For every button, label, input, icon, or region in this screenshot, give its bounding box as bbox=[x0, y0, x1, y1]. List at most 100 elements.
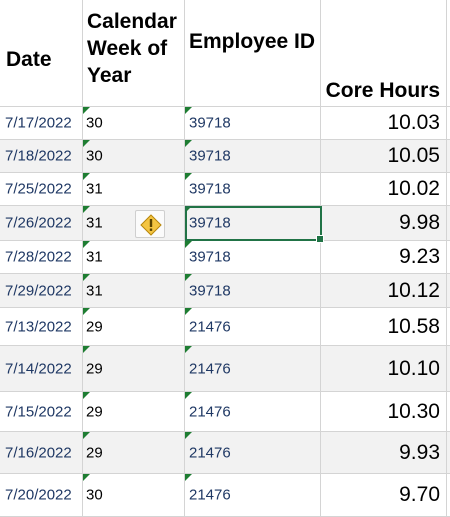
week-cell[interactable]: 31 bbox=[83, 206, 185, 240]
table-row: 7/20/2022 30 21476 9.70 bbox=[0, 474, 450, 517]
date-value: 7/17/2022 bbox=[5, 114, 72, 132]
hours-cell[interactable]: 10.10 bbox=[321, 346, 447, 391]
employee-cell[interactable]: 39718 bbox=[185, 274, 321, 307]
employee-cell[interactable]: 21476 bbox=[185, 308, 321, 345]
text-number-indicator bbox=[185, 392, 192, 399]
header-employee: Employee ID bbox=[189, 30, 316, 53]
week-value: 30 bbox=[86, 147, 103, 165]
hours-cell[interactable]: 9.93 bbox=[321, 432, 447, 473]
header-cell-hours[interactable]: Core Hours bbox=[321, 0, 447, 106]
header-cell-employee[interactable]: Employee ID bbox=[185, 0, 321, 106]
week-value: 31 bbox=[86, 248, 103, 266]
date-cell[interactable]: 7/16/2022 bbox=[0, 432, 83, 473]
week-cell[interactable]: 29 bbox=[83, 432, 185, 473]
week-cell[interactable]: 30 bbox=[83, 107, 185, 139]
hours-cell[interactable]: 10.03 bbox=[321, 107, 447, 139]
week-cell[interactable]: 29 bbox=[83, 346, 185, 391]
header-cell-week[interactable]: Calendar Week of Year bbox=[83, 0, 185, 106]
date-value: 7/18/2022 bbox=[5, 147, 72, 165]
warning-icon bbox=[140, 214, 162, 236]
week-value: 30 bbox=[86, 486, 103, 504]
hours-value: 10.30 bbox=[387, 399, 440, 423]
week-cell[interactable]: 29 bbox=[83, 392, 185, 431]
date-cell[interactable]: 7/13/2022 bbox=[0, 308, 83, 345]
employee-value: 39718 bbox=[189, 114, 231, 132]
employee-cell[interactable]: 39718 bbox=[185, 107, 321, 139]
week-cell[interactable]: 31 bbox=[83, 274, 185, 307]
date-value: 7/20/2022 bbox=[5, 486, 72, 504]
table-row: 7/15/2022 29 21476 10.30 bbox=[0, 392, 450, 432]
hours-cell[interactable]: 9.23 bbox=[321, 241, 447, 273]
employee-value: 21476 bbox=[189, 444, 231, 461]
text-number-indicator bbox=[83, 392, 90, 399]
employee-cell[interactable]: 21476 bbox=[185, 474, 321, 516]
employee-value: 39718 bbox=[189, 147, 231, 165]
header-row: Date Calendar Week of Year Employee ID C… bbox=[0, 0, 450, 107]
date-cell[interactable]: 7/18/2022 bbox=[0, 140, 83, 172]
week-cell[interactable]: 30 bbox=[83, 140, 185, 172]
header-cell-date[interactable]: Date bbox=[0, 0, 83, 106]
employee-cell[interactable]: 39718 bbox=[185, 173, 321, 205]
hours-value: 10.03 bbox=[387, 111, 440, 134]
hours-value: 9.98 bbox=[399, 211, 440, 234]
week-value: 31 bbox=[86, 214, 103, 232]
date-value: 7/16/2022 bbox=[5, 444, 72, 461]
text-number-indicator bbox=[185, 241, 192, 248]
text-number-indicator bbox=[185, 432, 192, 439]
hours-value: 10.10 bbox=[387, 356, 440, 380]
hours-cell[interactable]: 10.12 bbox=[321, 274, 447, 307]
week-value: 31 bbox=[86, 180, 103, 198]
week-value: 31 bbox=[86, 282, 103, 299]
text-number-indicator bbox=[83, 274, 90, 281]
selected-cell-border bbox=[185, 206, 324, 243]
hours-value: 10.12 bbox=[387, 278, 440, 302]
date-cell[interactable]: 7/28/2022 bbox=[0, 241, 83, 273]
hours-cell[interactable]: 10.58 bbox=[321, 308, 447, 345]
text-number-indicator bbox=[185, 173, 192, 180]
fill-handle[interactable] bbox=[316, 235, 324, 243]
date-value: 7/25/2022 bbox=[5, 180, 72, 198]
week-cell[interactable]: 31 bbox=[83, 173, 185, 205]
date-cell[interactable]: 7/15/2022 bbox=[0, 392, 83, 431]
date-value: 7/14/2022 bbox=[5, 360, 72, 377]
hours-cell[interactable]: 10.30 bbox=[321, 392, 447, 431]
text-number-indicator bbox=[185, 308, 192, 315]
employee-value: 39718 bbox=[189, 248, 231, 266]
date-value: 7/13/2022 bbox=[5, 318, 72, 335]
employee-cell[interactable]: 21476 bbox=[185, 346, 321, 391]
hours-cell[interactable]: 9.70 bbox=[321, 474, 447, 516]
text-number-indicator bbox=[83, 107, 90, 114]
employee-cell[interactable]: 39718 bbox=[185, 140, 321, 172]
hours-value: 9.93 bbox=[399, 440, 440, 464]
hours-cell[interactable]: 10.02 bbox=[321, 173, 447, 205]
hours-value: 9.23 bbox=[399, 245, 440, 268]
week-cell[interactable]: 31 bbox=[83, 241, 185, 273]
table-row: 7/14/2022 29 21476 10.10 bbox=[0, 346, 450, 392]
text-number-indicator bbox=[83, 346, 90, 353]
text-number-indicator bbox=[83, 173, 90, 180]
employee-cell[interactable]: 21476 bbox=[185, 432, 321, 473]
date-cell[interactable]: 7/25/2022 bbox=[0, 173, 83, 205]
date-cell[interactable]: 7/29/2022 bbox=[0, 274, 83, 307]
spreadsheet-grid: Date Calendar Week of Year Employee ID C… bbox=[0, 0, 450, 517]
text-number-indicator bbox=[83, 308, 90, 315]
hours-value: 10.05 bbox=[387, 144, 440, 167]
employee-value: 39718 bbox=[189, 282, 231, 299]
error-check-button[interactable] bbox=[135, 210, 165, 238]
hours-cell[interactable]: 10.05 bbox=[321, 140, 447, 172]
date-cell[interactable]: 7/20/2022 bbox=[0, 474, 83, 516]
week-cell[interactable]: 29 bbox=[83, 308, 185, 345]
employee-cell[interactable]: 39718 bbox=[185, 241, 321, 273]
employee-cell[interactable]: 21476 bbox=[185, 392, 321, 431]
date-cell[interactable]: 7/14/2022 bbox=[0, 346, 83, 391]
date-cell[interactable]: 7/17/2022 bbox=[0, 107, 83, 139]
week-cell[interactable]: 30 bbox=[83, 474, 185, 516]
hours-value: 9.70 bbox=[399, 483, 440, 506]
header-date: Date bbox=[6, 48, 52, 71]
hours-value: 10.58 bbox=[387, 314, 440, 338]
text-number-indicator bbox=[83, 241, 90, 248]
employee-value: 21476 bbox=[189, 486, 231, 504]
week-value: 29 bbox=[86, 318, 103, 335]
hours-cell[interactable]: 9.98 bbox=[321, 206, 447, 240]
date-cell[interactable]: 7/26/2022 bbox=[0, 206, 83, 240]
